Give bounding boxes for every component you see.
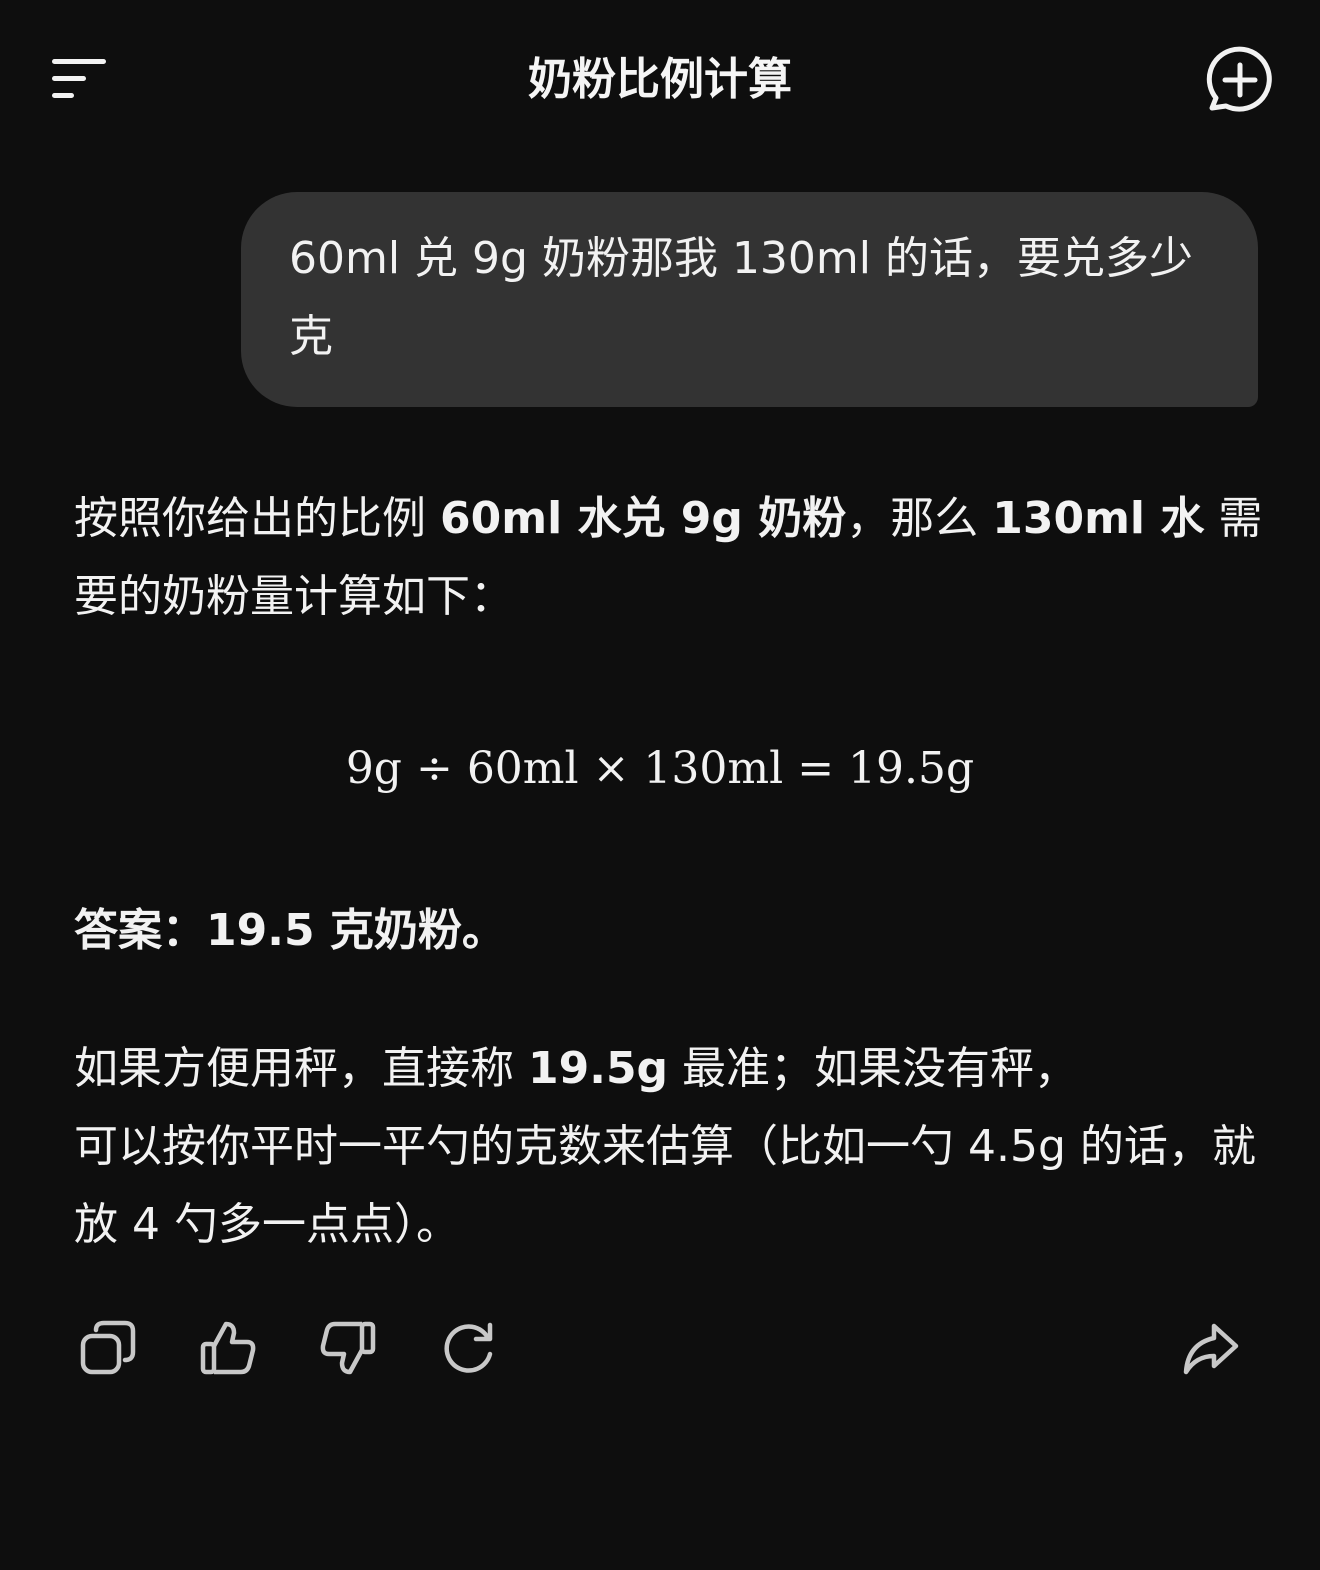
thumbs-up-icon[interactable] [196, 1316, 260, 1380]
user-message-bubble: 60ml 兑 9g 奶粉那我 130ml 的话，要兑多少克 [241, 192, 1258, 407]
thumbs-down-icon[interactable] [316, 1316, 380, 1380]
answer-paragraph-intro: 按照你给出的比例 60ml 水兑 9g 奶粉，那么 130ml 水 需要的奶粉量… [74, 480, 1264, 636]
page-title: 奶粉比例计算 [528, 54, 792, 105]
tip-text-3: 可以按你平时一平勺的克数来估算（比如一勺 4.5g 的话，就放 4 勺多一点点）… [74, 1121, 1256, 1250]
intro-text-2: ，那么 [846, 493, 993, 544]
tip-text-1: 如果方便用秤，直接称 [74, 1043, 528, 1094]
user-message-text: 60ml 兑 9g 奶粉那我 130ml 的话，要兑多少克 [289, 233, 1193, 362]
copy-icon[interactable] [76, 1316, 140, 1380]
share-icon[interactable] [1178, 1316, 1242, 1380]
tip-text-2: 最准；如果没有秤， [668, 1043, 1079, 1094]
answer-result: 答案：19.5 克奶粉。 [74, 905, 506, 956]
answer-paragraph-tip: 如果方便用秤，直接称 19.5g 最准；如果没有秤， 可以按你平时一平勺的克数来估… [74, 1030, 1264, 1264]
tip-value-bold: 19.5g [528, 1043, 669, 1094]
intro-ratio-bold: 60ml 水兑 9g 奶粉 [440, 493, 847, 544]
intro-text-1: 按照你给出的比例 [74, 493, 440, 544]
new-chat-icon[interactable] [1202, 42, 1278, 118]
formula: 9g ÷ 60ml × 130ml = 19.5g [345, 743, 975, 794]
intro-target-bold: 130ml 水 [992, 493, 1205, 544]
regenerate-icon[interactable] [436, 1316, 500, 1380]
top-bar: 奶粉比例计算 [0, 0, 1320, 156]
